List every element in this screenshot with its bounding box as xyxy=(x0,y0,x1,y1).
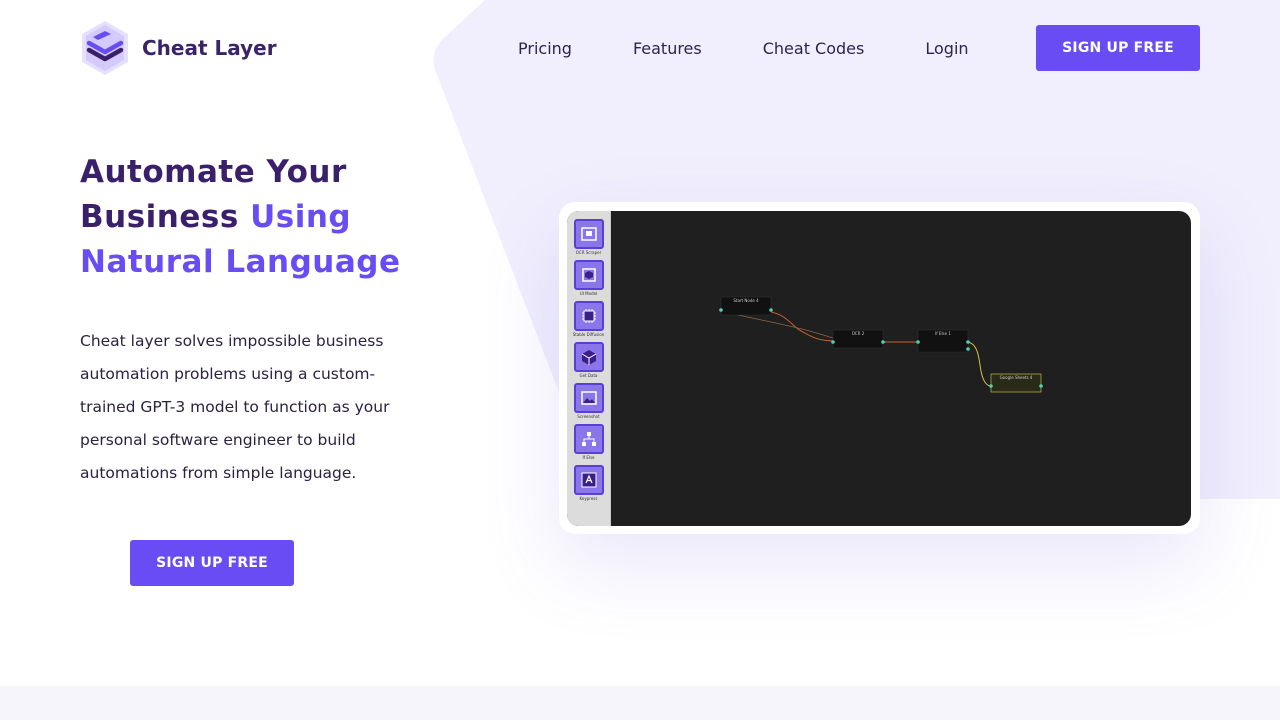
tool-stable-diffusion[interactable]: Stable Diffusion xyxy=(569,301,609,342)
workflow-canvas[interactable]: Start Node 4 OCR 2 If Else 1 Google Shee… xyxy=(611,211,1191,526)
tool-label: OCR Scraper xyxy=(575,250,602,255)
workflow-node-if-else[interactable]: If Else 1 xyxy=(916,329,970,353)
tool-label: Keypress xyxy=(579,496,598,501)
hero-title-line1: Automate Your xyxy=(80,154,347,190)
connection-line xyxy=(965,341,994,388)
node-title: OCR 2 xyxy=(852,331,865,336)
node-title: If Else 1 xyxy=(935,331,951,336)
hero-description: Cheat layer solves impossible business a… xyxy=(80,332,390,482)
nav-features[interactable]: Features xyxy=(633,39,702,58)
tool-label: If Else xyxy=(582,455,595,460)
workflow-node-ocr[interactable]: OCR 2 xyxy=(831,329,885,349)
workflow-node-google-sheets[interactable]: Google Sheets 4 xyxy=(989,373,1043,393)
hero-title: Automate Your Business Using Natural Lan… xyxy=(80,150,500,285)
main-nav: Pricing Features Cheat Codes Login xyxy=(518,25,969,71)
section-divider-band xyxy=(0,686,1280,720)
workflow-graph: Start Node 4 OCR 2 If Else 1 Google Shee… xyxy=(719,296,1043,393)
app-preview-screenshot: OCR Scraper UI Model Stable Diffusion Ge… xyxy=(567,211,1191,526)
tool-label: UI Model xyxy=(579,291,598,296)
tool-label: Get Data xyxy=(579,373,598,378)
node-toolbar: OCR Scraper UI Model Stable Diffusion Ge… xyxy=(567,211,611,526)
tool-label: Screenshot xyxy=(577,414,600,419)
image-icon xyxy=(573,383,604,413)
nav-pricing[interactable]: Pricing xyxy=(518,39,572,58)
tool-keypress[interactable]: Keypress xyxy=(569,465,609,506)
tool-screenshot[interactable]: Screenshot xyxy=(569,383,609,424)
key-a-icon xyxy=(573,465,604,495)
chip-icon xyxy=(573,301,604,331)
tool-ocr-scraper[interactable]: OCR Scraper xyxy=(569,219,609,260)
hero-title-line2: Business xyxy=(80,199,251,235)
app-preview-card: OCR Scraper UI Model Stable Diffusion Ge… xyxy=(559,202,1200,534)
node-title: Start Node 4 xyxy=(733,298,759,303)
tool-get-data[interactable]: Get Data xyxy=(569,342,609,383)
nav-login[interactable]: Login xyxy=(925,39,968,58)
tool-if-else[interactable]: If Else xyxy=(569,424,609,465)
branch-icon xyxy=(573,424,604,454)
hero-signup-button[interactable]: SIGN UP FREE xyxy=(130,540,294,586)
hero-title-accent-using: Using xyxy=(250,199,352,235)
ui-model-icon xyxy=(573,260,604,290)
hero-title-accent-natural-language: Natural Language xyxy=(80,244,401,280)
workflow-node-start[interactable]: Start Node 4 xyxy=(719,296,773,316)
logo-link[interactable]: Cheat Layer xyxy=(80,20,277,76)
header-signup-button[interactable]: SIGN UP FREE xyxy=(1036,25,1200,71)
nav-cheat-codes[interactable]: Cheat Codes xyxy=(763,39,865,58)
tool-label: Stable Diffusion xyxy=(572,332,605,337)
ocr-scraper-icon xyxy=(573,219,604,249)
stacked-layers-icon xyxy=(82,21,128,75)
brand-name: Cheat Layer xyxy=(142,36,277,60)
connection-line xyxy=(760,310,837,342)
tool-ui-model[interactable]: UI Model xyxy=(569,260,609,301)
node-title: Google Sheets 4 xyxy=(1000,375,1033,380)
box-icon xyxy=(573,342,604,372)
